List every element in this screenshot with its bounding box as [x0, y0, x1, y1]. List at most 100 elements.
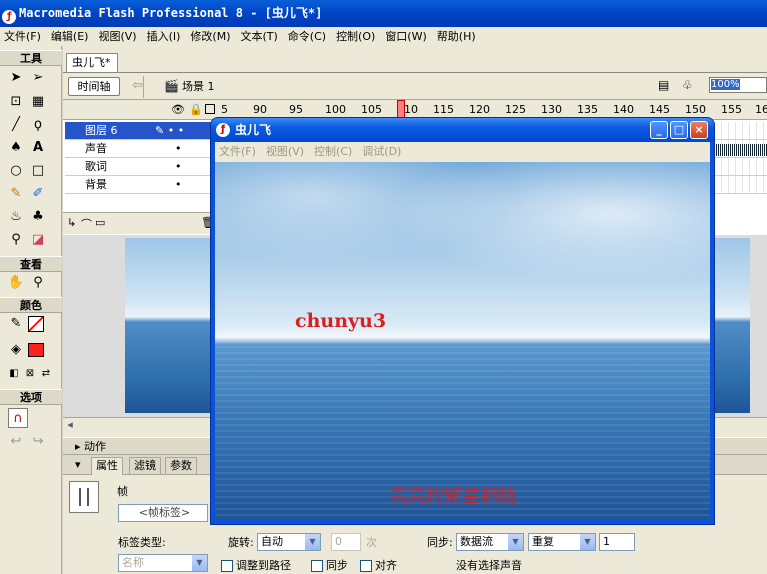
scroll-left-icon[interactable]: ◂	[63, 418, 77, 431]
menu-control[interactable]: 控制(O)	[332, 27, 381, 46]
menu-edit[interactable]: 编辑(E)	[47, 27, 95, 46]
edit-symbols-icon[interactable]: ♧	[682, 78, 693, 92]
menu-insert[interactable]: 插入(I)	[143, 27, 187, 46]
menu-file[interactable]: 文件(F)	[0, 27, 47, 46]
player-menu-debug[interactable]: 调试(D)	[358, 142, 407, 162]
minimize-icon[interactable]: _	[650, 121, 668, 139]
player-menu-view[interactable]: 视图(V)	[262, 142, 310, 162]
back-arrow-icon[interactable]: ⇦	[132, 78, 143, 93]
snap-magnet-icon[interactable]: ∩	[8, 408, 28, 428]
oval-tool-icon[interactable]: ○	[6, 161, 26, 181]
player-title-bar[interactable]: ƒ 虫儿飞	[211, 118, 714, 142]
fill-color-swatch[interactable]	[28, 343, 44, 357]
sync-checkbox[interactable]	[311, 560, 323, 572]
outline-icon[interactable]	[205, 104, 215, 114]
app-title-bar: ƒ Macromedia Flash Professional 8 - [虫儿飞*…	[0, 0, 767, 27]
layer-name: 歌词	[85, 160, 107, 173]
playhead[interactable]	[397, 100, 405, 118]
line-tool-icon[interactable]: ╱	[6, 115, 26, 135]
player-stage: chunyu3 亮亮的繁星相随	[215, 162, 710, 520]
add-guide-icon[interactable]: ⌒	[81, 216, 92, 232]
pen-tool-icon[interactable]: ♠	[6, 138, 26, 158]
lock-icon[interactable]: 🔒	[189, 103, 203, 116]
eraser-tool-icon[interactable]: ◪	[28, 230, 48, 250]
tab-filters[interactable]: 滤镜	[129, 457, 161, 475]
layer-dots: •	[175, 160, 182, 173]
layer-header: 👁 🔒	[63, 100, 218, 120]
collapse-arrow-icon[interactable]: ▾	[75, 458, 81, 471]
rotate-times-field[interactable]: 0	[331, 533, 361, 551]
menu-help[interactable]: 帮助(H)	[433, 27, 482, 46]
sky-clouds	[215, 162, 710, 332]
color-section-header: 颜色	[0, 297, 62, 313]
zoom-tool-icon[interactable]: ⚲	[28, 273, 48, 293]
sync-select[interactable]: 数据流 ▼	[456, 533, 524, 551]
scene-label: 场景 1	[182, 80, 215, 93]
close-icon[interactable]: ×	[690, 121, 708, 139]
chevron-down-icon: ▼	[192, 555, 207, 571]
ruler-tick: 135	[577, 103, 598, 116]
swap-colors-icon[interactable]: ⇄	[36, 364, 56, 384]
rotate-select[interactable]: 自动 ▼	[257, 533, 321, 551]
ruler-tick: 115	[433, 103, 454, 116]
layer-row[interactable]: 声音 •	[65, 140, 218, 158]
menu-text[interactable]: 文本(T)	[236, 27, 283, 46]
tab-parameters[interactable]: 参数	[165, 457, 197, 475]
eyedropper-icon[interactable]: ⚲	[6, 230, 26, 250]
pencil-icon: ✎ • •	[155, 124, 185, 137]
brush-tool-icon[interactable]: ✐	[28, 184, 48, 204]
tools-panel: 工具 ➤ ➢ ⊡ ▦ ╱ ϙ ♠ A ○ □ ✎ ✐ ♨ ♣ ⚲ ◪ 查看 ✋ …	[0, 46, 62, 574]
orient-to-path-checkbox[interactable]	[221, 560, 233, 572]
maximize-icon[interactable]: □	[670, 121, 688, 139]
options-section-header: 选项	[0, 389, 62, 405]
menu-commands[interactable]: 命令(C)	[284, 27, 332, 46]
player-menu-file[interactable]: 文件(F)	[215, 142, 262, 162]
player-menu-control[interactable]: 控制(C)	[310, 142, 358, 162]
eye-icon[interactable]: 👁	[171, 103, 185, 116]
repeat-count-field[interactable]: 1	[599, 533, 635, 551]
hand-tool-icon[interactable]: ✋	[6, 273, 26, 293]
layer-dots: •	[175, 142, 182, 155]
menu-modify[interactable]: 修改(M)	[186, 27, 236, 46]
smooth-icon[interactable]: ↩	[6, 432, 26, 452]
edit-scene-icon[interactable]: ▤	[658, 78, 669, 92]
pencil-tool-icon[interactable]: ✎	[6, 184, 26, 204]
lasso-tool-icon[interactable]: ϙ	[28, 115, 48, 135]
zoom-value: 100%	[711, 79, 740, 90]
repeat-select[interactable]: 重复 ▼	[528, 533, 596, 551]
layer-row[interactable]: 背景 •	[65, 176, 218, 194]
stroke-color-icon[interactable]: ✎	[6, 314, 26, 334]
menu-view[interactable]: 视图(V)	[94, 27, 142, 46]
straighten-icon[interactable]: ↪	[28, 432, 48, 452]
menu-window[interactable]: 窗口(W)	[381, 27, 432, 46]
layer-row[interactable]: 图层 6 ✎ • •	[65, 122, 218, 140]
text-tool-icon[interactable]: A	[28, 138, 48, 158]
free-transform-icon[interactable]: ⊡	[6, 92, 26, 112]
fill-transform-icon[interactable]: ▦	[28, 92, 48, 112]
ruler-tick: 120	[469, 103, 490, 116]
selection-tool-icon[interactable]: ➤	[6, 68, 26, 88]
subselection-tool-icon[interactable]: ➢	[28, 68, 48, 88]
layer-row[interactable]: 歌词 •	[65, 158, 218, 176]
tab-properties[interactable]: 属性	[91, 457, 123, 475]
label-type-select[interactable]: 名称 ▼	[118, 554, 208, 572]
paint-bucket-icon[interactable]: ♣	[28, 207, 48, 227]
add-folder-icon[interactable]: ▭	[95, 216, 105, 229]
sound-waveform	[712, 144, 767, 156]
frame-ruler: 5 90 95 100 105 110 115 120 125 130 135 …	[218, 100, 767, 120]
add-layer-icon[interactable]: ↳	[67, 216, 76, 229]
layer-name: 图层 6	[85, 124, 118, 137]
zoom-field[interactable]: 100%	[709, 77, 767, 93]
snap-checkbox[interactable]	[360, 560, 372, 572]
timeline-toggle-button[interactable]: 时间轴	[68, 77, 120, 96]
document-tab[interactable]: 虫儿飞*	[66, 53, 118, 72]
orient-to-path-label: 调整到路径	[236, 559, 291, 572]
chevron-down-icon: ▼	[508, 534, 523, 550]
stroke-color-swatch[interactable]	[28, 316, 44, 332]
ruler-tick: 95	[289, 103, 303, 116]
frame-label-field[interactable]: <帧标签>	[118, 504, 208, 522]
ink-bottle-icon[interactable]: ♨	[6, 207, 26, 227]
fill-color-icon[interactable]: ◈	[6, 340, 26, 360]
edit-bar-divider	[143, 76, 144, 98]
rectangle-tool-icon[interactable]: □	[28, 161, 48, 181]
